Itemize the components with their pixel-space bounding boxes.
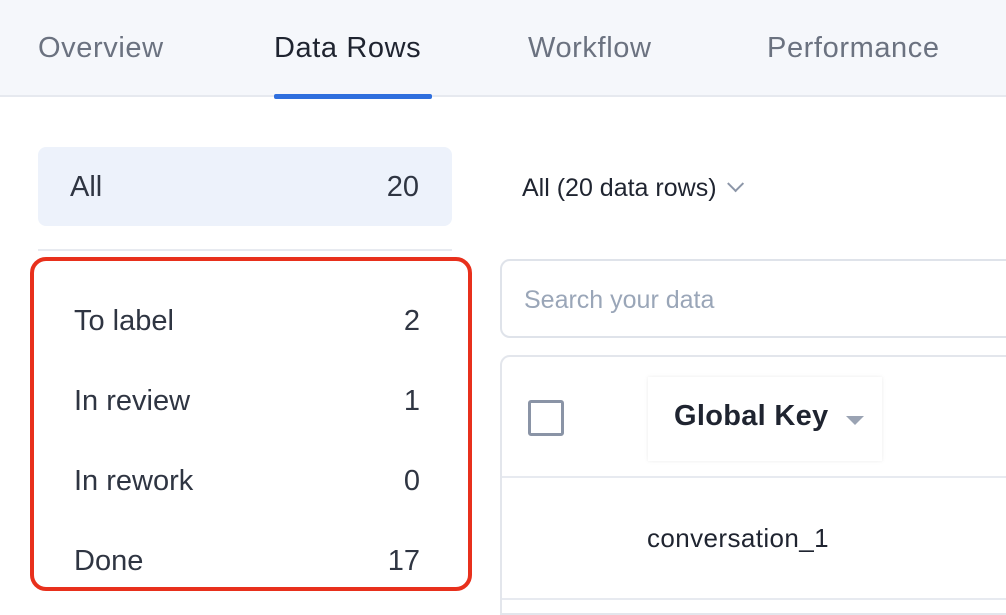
tab-overview[interactable]: Overview bbox=[38, 32, 164, 97]
filter-to-label[interactable]: To label 2 bbox=[38, 285, 468, 355]
filter-in-rework-count: 0 bbox=[403, 465, 420, 497]
filter-all[interactable]: All 20 bbox=[38, 147, 452, 226]
filter-done-label: Done bbox=[74, 545, 144, 577]
filter-done-count: 17 bbox=[387, 545, 420, 577]
filter-to-label-label: To label bbox=[74, 305, 174, 337]
filter-in-review-count: 1 bbox=[403, 385, 420, 417]
chevron-down-icon bbox=[726, 175, 744, 193]
sort-caret-icon[interactable] bbox=[846, 416, 864, 425]
filter-all-label: All bbox=[70, 171, 103, 203]
column-header-label: Global Key bbox=[674, 400, 829, 432]
filter-in-review-label: In review bbox=[74, 385, 191, 417]
column-header-global-key[interactable]: Global Key bbox=[648, 377, 882, 461]
data-rows-dropdown[interactable]: All (20 data rows) bbox=[522, 170, 744, 206]
global-key-cell: conversation_1 bbox=[647, 523, 829, 553]
filter-in-rework[interactable]: In rework 0 bbox=[38, 445, 468, 515]
filter-to-label-count: 2 bbox=[403, 305, 420, 337]
tab-performance[interactable]: Performance bbox=[767, 32, 940, 97]
filter-in-review[interactable]: In review 1 bbox=[38, 365, 468, 435]
filter-all-count: 20 bbox=[386, 171, 419, 203]
tab-data-rows[interactable]: Data Rows bbox=[274, 32, 432, 99]
tab-workflow[interactable]: Workflow bbox=[528, 32, 652, 97]
select-all-checkbox[interactable] bbox=[528, 400, 564, 436]
search-box bbox=[500, 259, 1006, 338]
data-rows-dropdown-label: All (20 data rows) bbox=[522, 173, 717, 202]
search-input[interactable] bbox=[524, 281, 1004, 319]
tab-bar: Overview Data Rows Workflow Performance bbox=[0, 0, 1006, 99]
table-header: Global Key bbox=[502, 357, 1006, 478]
data-table: Global Key conversation_1 bbox=[500, 355, 1006, 615]
table-row[interactable]: conversation_1 bbox=[502, 478, 1006, 600]
status-filter-highlight: To label 2 In review 1 In rework 0 Done … bbox=[30, 257, 472, 591]
filter-done[interactable]: Done 17 bbox=[38, 525, 468, 595]
filter-in-rework-label: In rework bbox=[74, 465, 194, 497]
filter-divider bbox=[38, 249, 452, 251]
